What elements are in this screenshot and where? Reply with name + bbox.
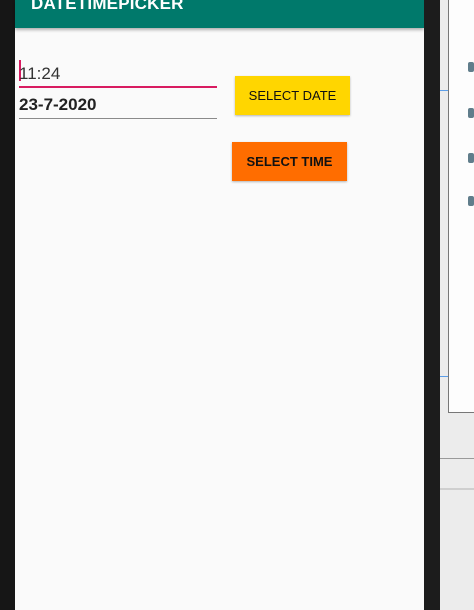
time-input-underline	[19, 86, 217, 88]
app-bar: DATETIMEPICKER	[15, 0, 424, 28]
ide-marker	[440, 376, 448, 377]
palette-icon[interactable]	[468, 108, 474, 118]
edit-icon[interactable]	[468, 62, 474, 72]
ide-divider	[440, 458, 474, 459]
link-icon[interactable]	[468, 196, 474, 206]
square-icon[interactable]	[468, 153, 474, 163]
ide-divider	[440, 488, 474, 490]
date-input-underline	[19, 118, 217, 119]
date-input[interactable]: 23-7-2020	[19, 92, 217, 119]
app-screen: DATETIMEPICKER 11:24 23-7-2020 SELECT DA…	[15, 0, 424, 610]
date-value: 23-7-2020	[19, 95, 97, 114]
time-input[interactable]: 11:24	[19, 58, 217, 88]
select-date-button[interactable]: SELECT DATE	[235, 76, 350, 115]
select-time-button[interactable]: SELECT TIME	[232, 142, 347, 181]
ide-marker	[440, 90, 448, 91]
device-bezel-right	[424, 0, 440, 610]
time-value: 11:24	[19, 64, 61, 83]
ide-side-panel	[440, 0, 474, 610]
device-bezel-left	[0, 0, 15, 610]
app-title: DATETIMEPICKER	[31, 0, 184, 13]
